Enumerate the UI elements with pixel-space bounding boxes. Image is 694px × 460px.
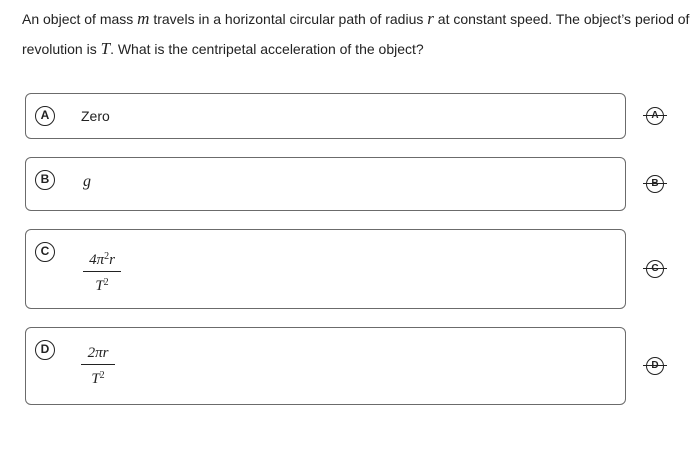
math-var-r: r	[427, 9, 434, 28]
option-letter-badge: D	[35, 340, 55, 360]
answer-option-d[interactable]: D 2πr T2	[25, 327, 626, 405]
option-letter-badge: A	[35, 106, 55, 126]
answer-option-a[interactable]: A Zero	[25, 93, 626, 139]
fraction-numerator: 4π2r	[89, 251, 115, 268]
fraction-numerator: 2πr	[87, 345, 109, 361]
question-text: An object of mass m travels in a horizon…	[22, 9, 690, 58]
option-letter-badge: C	[35, 242, 55, 262]
answer-option-c[interactable]: C 4π2r T2	[25, 229, 626, 309]
fraction-bar	[83, 271, 121, 272]
fraction-bar	[81, 364, 115, 365]
option-letter-badge: B	[35, 170, 55, 190]
strikethrough-toggle-d[interactable]: D	[643, 357, 667, 375]
math-var-m: m	[137, 9, 150, 28]
strikethrough-toggle-a[interactable]: A	[643, 107, 667, 125]
option-text: g	[83, 173, 91, 190]
math-var-T: T	[100, 39, 111, 58]
fraction-denominator: T2	[95, 277, 109, 294]
fraction-denominator: T2	[91, 370, 105, 387]
option-fraction: 4π2r T2	[83, 247, 121, 296]
answer-option-b[interactable]: B g	[25, 157, 626, 211]
strikethrough-toggle-b[interactable]: B	[643, 175, 667, 193]
strikethrough-toggle-c[interactable]: C	[643, 260, 667, 278]
option-fraction: 2πr T2	[81, 343, 115, 389]
option-text: Zero	[81, 108, 110, 124]
